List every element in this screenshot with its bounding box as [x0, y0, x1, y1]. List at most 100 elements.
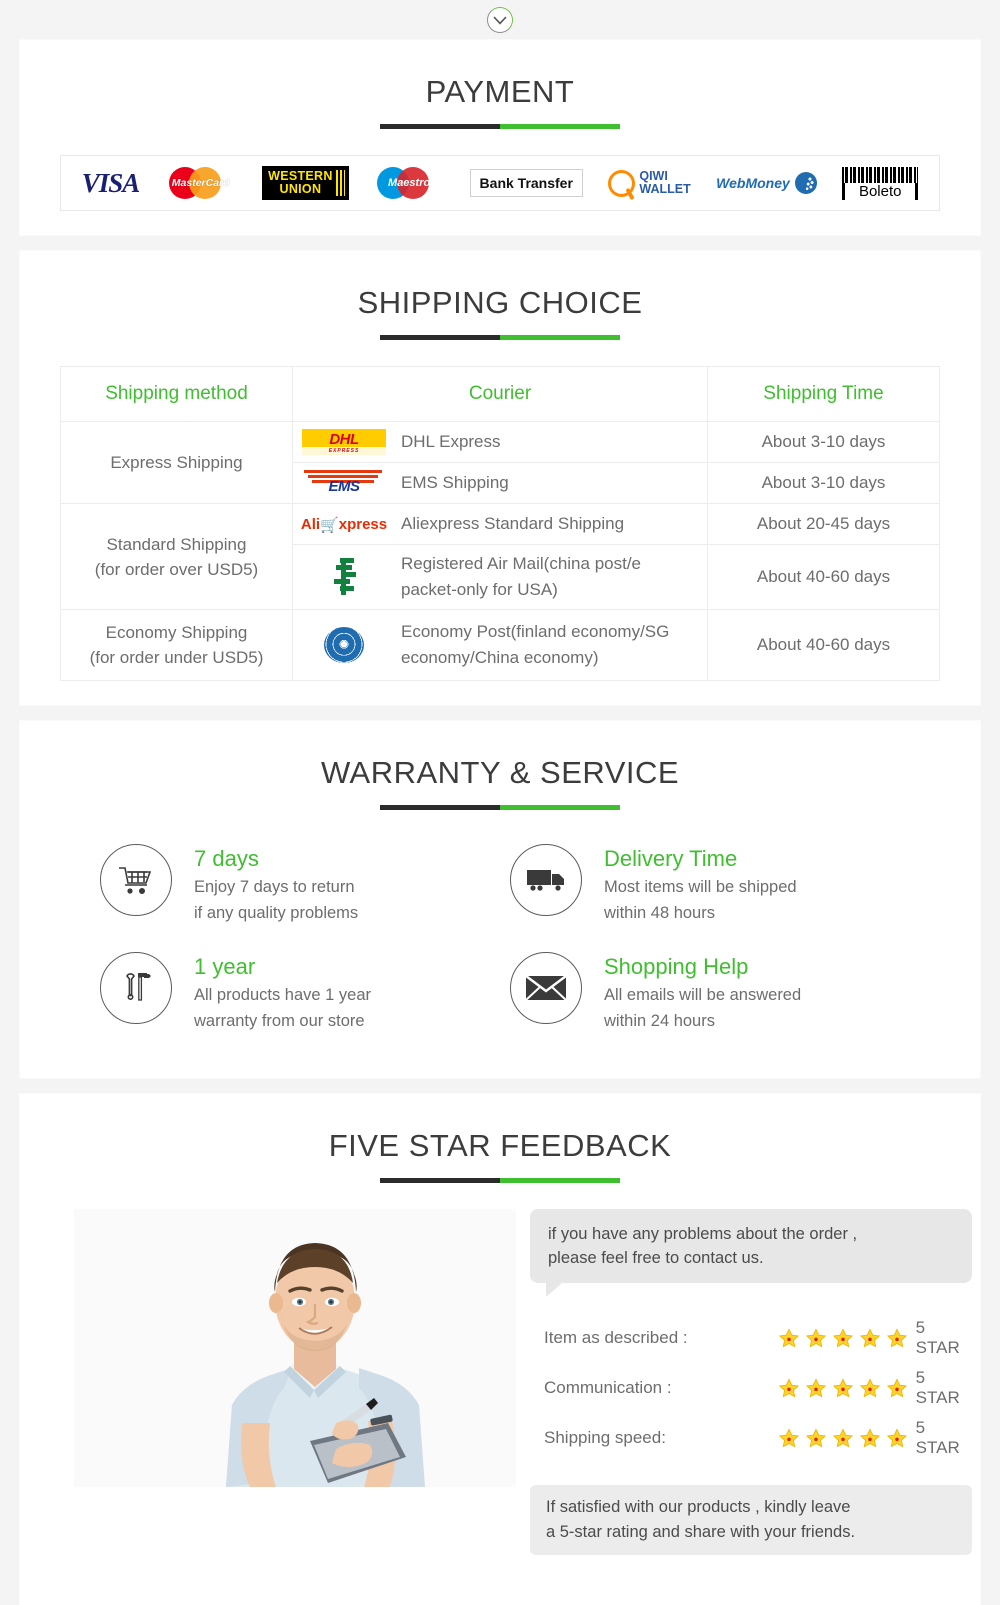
- section-rule: [380, 335, 620, 340]
- western-union-bars: [335, 170, 345, 196]
- table-header-row: Shipping method Courier Shipping Time: [60, 366, 940, 422]
- qiwi-q-glyph: [608, 169, 636, 197]
- warranty-line-1: All emails will be answered: [604, 986, 802, 1004]
- warranty-line-1: Most items will be shipped: [604, 878, 797, 896]
- aliexpress-icon: Ali🛒xpress: [300, 516, 388, 534]
- payment-logo-webmoney: WebMoney: [716, 163, 817, 203]
- table-row: Economy Shipping (for order under USD5) …: [60, 609, 940, 681]
- cell-courier-aliexpress: Ali🛒xpress Aliexpress Standard Shipping: [292, 503, 708, 545]
- table-row: Express Shipping DHL EXPRESS DHL Express: [60, 421, 940, 504]
- star-icon: [860, 1427, 881, 1447]
- star-icon: [860, 1377, 881, 1397]
- cell-courier-china-post: Registered Air Mail(china post/e packet-…: [292, 544, 708, 610]
- dhl-express-sub: EXPRESS: [302, 447, 386, 455]
- ems-stripe: [304, 470, 382, 473]
- payment-header: PAYMENT: [40, 62, 960, 129]
- courier-label: Economy Post(finland economy/SG economy/…: [401, 622, 670, 667]
- qiwi-label-2: WALLET: [639, 182, 691, 196]
- table-row: Standard Shipping (for order over USD5) …: [60, 503, 940, 610]
- webmoney-globe-icon: [794, 172, 817, 194]
- visa-label: VISA: [81, 167, 141, 198]
- rating-label: Communication :: [544, 1378, 672, 1397]
- feedback-header: FIVE STAR FEEDBACK: [40, 1116, 960, 1183]
- cart-glyph: [119, 867, 152, 894]
- cell-courier-dhl: DHL EXPRESS DHL Express: [292, 421, 708, 463]
- payment-logo-visa: VISA: [81, 163, 141, 203]
- western-union-label-2: UNION: [279, 182, 322, 196]
- maestro-icon: Maestro: [374, 166, 444, 200]
- rating-label: Item as described :: [544, 1328, 688, 1347]
- speech-bubble: if you have any problems about the order…: [530, 1209, 973, 1297]
- warranty-heading: Shopping Help: [604, 954, 749, 979]
- delivery-truck-icon: [510, 844, 582, 916]
- courier-label: DHL Express: [401, 432, 501, 451]
- warranty-item-delivery-time: Delivery Time Most items will be shipped…: [510, 844, 900, 926]
- envelope-icon: [510, 952, 582, 1024]
- star-icon: [833, 1327, 854, 1347]
- dhl-icon: DHL EXPRESS: [302, 429, 386, 455]
- column-header-time: Shipping Time: [707, 366, 940, 422]
- chevron-down-circle-icon[interactable]: [487, 7, 513, 33]
- warranty-heading: 1 year: [194, 954, 256, 979]
- smiling-man-with-clipboard-photo: [74, 1209, 516, 1487]
- rule-green: [500, 805, 620, 810]
- payment-logo-boleto: Boleto: [842, 163, 919, 203]
- ems-logo: EMS: [301, 469, 387, 497]
- section-rule: [380, 1178, 620, 1183]
- warranty-item-7-days: 7 days Enjoy 7 days to return if any qua…: [100, 844, 490, 926]
- shipping-section: SHIPPING CHOICE Shipping method Courier …: [20, 251, 980, 705]
- shipping-table: Shipping method Courier Shipping Time Ex…: [60, 366, 940, 681]
- feedback-note: If satisfied with our products , kindly …: [530, 1485, 973, 1555]
- ems-icon: EMS: [302, 469, 386, 497]
- warranty-line-2: if any quality problems: [194, 904, 359, 922]
- courier-label: Aliexpress Standard Shipping: [401, 514, 625, 533]
- western-union-icon: WESTERN UNION: [262, 166, 349, 200]
- method-line-1: Standard Shipping: [106, 534, 247, 554]
- payment-logo-western-union: WESTERN UNION: [262, 163, 349, 203]
- person-illustration: [74, 1209, 516, 1487]
- warranty-text: Delivery Time Most items will be shipped…: [604, 844, 797, 926]
- china-post-icon: [334, 558, 356, 595]
- star-rating-icon: [778, 1327, 915, 1349]
- payment-logo-maestro: Maestro: [374, 163, 444, 203]
- section-rule: [380, 805, 620, 810]
- star-icon: [887, 1377, 908, 1397]
- cell-courier-ems: EMS EMS Shipping: [292, 462, 708, 504]
- cell-courier-un: Economy Post(finland economy/SG economy/…: [292, 609, 708, 681]
- section-rule: [380, 124, 620, 129]
- un-icon: [324, 627, 364, 663]
- warranty-line-1: All products have 1 year: [194, 986, 372, 1004]
- rating-value: 5 STAR: [915, 1318, 960, 1357]
- page-title-feedback: FIVE STAR FEEDBACK: [328, 1128, 672, 1163]
- maestro-label: Maestro: [388, 177, 431, 189]
- bubble-line-2: please feel free to contact us.: [548, 1249, 764, 1267]
- boleto-label: Boleto: [842, 182, 919, 200]
- payment-section: PAYMENT VISA MasterCard WESTERN UNION Ma…: [20, 40, 980, 235]
- rating-value: 5 STAR: [915, 1368, 960, 1407]
- warranty-heading: Delivery Time: [604, 846, 738, 871]
- rating-label: Shipping speed:: [544, 1428, 666, 1447]
- warranty-line-2: warranty from our store: [194, 1012, 365, 1030]
- column-header-courier: Courier: [292, 366, 708, 422]
- star-icon: [860, 1327, 881, 1347]
- warranty-item-1-year: 1 year All products have 1 year warranty…: [100, 952, 490, 1034]
- top-collapse-bar: [0, 0, 1000, 40]
- courier-label: EMS Shipping: [401, 473, 509, 492]
- dhl-wordmark: DHL: [329, 431, 359, 448]
- star-rating-icon: [778, 1377, 915, 1399]
- envelope-glyph: [525, 975, 567, 1001]
- rule-green: [500, 124, 620, 129]
- courier-label: Registered Air Mail(china post/e packet-…: [401, 554, 642, 599]
- truck-glyph: [527, 870, 564, 891]
- warranty-text: 7 days Enjoy 7 days to return if any qua…: [194, 844, 358, 926]
- page-title-payment: PAYMENT: [425, 74, 575, 109]
- cell-method-standard: Standard Shipping (for order over USD5): [60, 503, 293, 610]
- dhl-logo: DHL EXPRESS: [301, 429, 387, 455]
- un-logo: [301, 627, 387, 663]
- cell-time: About 40-60 days: [707, 609, 940, 681]
- rule-dark: [380, 335, 500, 340]
- method-line-2: (for order under USD5): [89, 648, 264, 667]
- tools-icon: [100, 952, 172, 1024]
- feedback-body: if you have any problems about the order…: [40, 1183, 973, 1581]
- note-line-2: a 5-star rating and share with your frie…: [546, 1523, 856, 1541]
